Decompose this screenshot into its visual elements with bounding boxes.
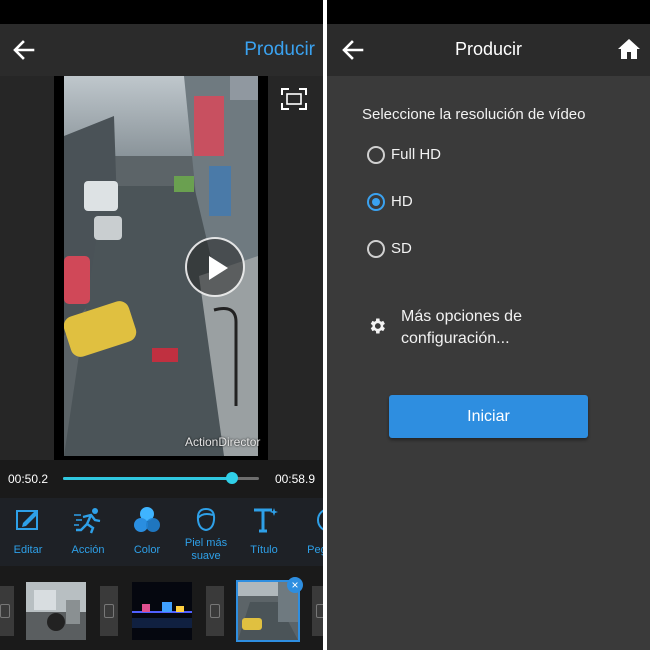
video-preview-area: ActionDirector: [0, 76, 323, 460]
produce-header: Producir: [327, 24, 650, 76]
tool-sticker[interactable]: Pega: [292, 498, 323, 566]
tool-color[interactable]: Color: [119, 498, 175, 566]
produce-screen: Producir Seleccione la resolución de víd…: [327, 0, 650, 650]
play-icon: [209, 256, 228, 280]
action-icon: [74, 508, 101, 534]
tool-sticker-label: Pega: [307, 544, 323, 556]
radio-button[interactable]: [367, 240, 385, 258]
tool-title[interactable]: Título: [236, 498, 292, 566]
clip-thumbnail[interactable]: [132, 582, 192, 640]
watermark-text: ActionDirector: [185, 435, 261, 449]
timeline-bar: 00:50.2 00:58.9: [0, 460, 323, 498]
total-time: 00:58.9: [274, 472, 315, 486]
gear-icon: [370, 318, 385, 334]
color-icon: [134, 507, 160, 532]
seek-bar[interactable]: [63, 472, 259, 484]
tool-edit[interactable]: Editar: [0, 498, 56, 566]
transition-slot[interactable]: [0, 586, 14, 636]
produce-button[interactable]: Producir: [244, 39, 315, 61]
back-arrow-icon[interactable]: [11, 37, 37, 63]
seek-bar-thumb[interactable]: [225, 472, 238, 484]
option-label: HD: [391, 193, 413, 210]
video-preview[interactable]: ActionDirector: [54, 76, 268, 460]
status-bar: [0, 0, 323, 24]
sticker-icon: [317, 509, 323, 531]
resolution-title: Seleccione la resolución de vídeo: [362, 106, 586, 123]
option-label: Full HD: [391, 146, 442, 163]
play-button[interactable]: [185, 237, 245, 297]
title-icon: [254, 508, 278, 533]
radio-button-checked[interactable]: [367, 193, 385, 211]
tool-color-label: Color: [133, 544, 161, 556]
transition-slot[interactable]: [312, 586, 323, 636]
editor-screen: Producir ActionDirector 00:50.2 00:58.9 …: [0, 0, 323, 650]
home-icon[interactable]: [617, 37, 641, 61]
skin-smooth-icon: [196, 507, 216, 532]
status-bar: [327, 0, 650, 24]
tool-bar: Editar Acción Color Piel más suave Títul…: [0, 498, 323, 566]
radio-button[interactable]: [367, 146, 385, 164]
edit-icon: [16, 510, 38, 530]
current-time: 00:50.2: [8, 472, 49, 486]
fullscreen-icon[interactable]: [281, 88, 307, 110]
transition-slot[interactable]: [206, 586, 224, 636]
transition-slot[interactable]: [100, 586, 118, 636]
option-label: SD: [391, 240, 412, 257]
remove-clip-button[interactable]: ×: [287, 577, 303, 593]
tool-action-label: Acción: [71, 544, 105, 556]
more-settings-link[interactable]: Más opciones de configuración...: [367, 306, 627, 356]
start-button[interactable]: Iniciar: [389, 395, 588, 438]
clip-thumbnail[interactable]: [26, 582, 86, 640]
tool-edit-label: Editar: [13, 544, 43, 556]
more-settings-label: Más opciones de configuración...: [401, 308, 522, 347]
tool-skin-smooth-label: Piel más suave: [184, 537, 228, 562]
tool-skin-smooth[interactable]: Piel más suave: [178, 498, 234, 566]
clip-strip: [0, 566, 323, 650]
editor-header: Producir: [0, 24, 323, 76]
tool-title-label: Título: [250, 544, 278, 556]
seek-bar-progress: [63, 477, 232, 480]
tool-action[interactable]: Acción: [60, 498, 116, 566]
page-title: Producir: [454, 39, 523, 59]
